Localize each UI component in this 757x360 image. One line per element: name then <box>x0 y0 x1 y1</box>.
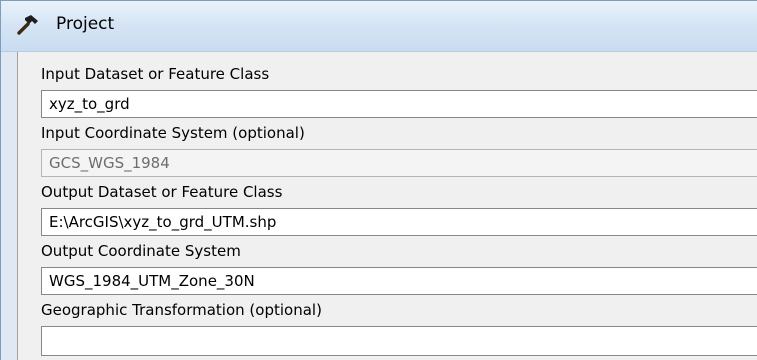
project-tool-dialog: Project Input Dataset or Feature Class x… <box>0 0 757 360</box>
hammer-icon <box>16 13 42 37</box>
input-dataset-label: Input Dataset or Feature Class <box>41 65 270 83</box>
input-coordinate-system-label: Input Coordinate System (optional) <box>41 124 305 142</box>
input-dataset-field[interactable]: xyz_to_grd <box>41 90 757 118</box>
dialog-title: Project <box>56 14 115 34</box>
output-dataset-field[interactable]: E:\ArcGIS\xyz_to_grd_UTM.shp <box>41 208 757 236</box>
geographic-transformation-label: Geographic Transformation (optional) <box>41 301 322 319</box>
output-coordinate-system-label: Output Coordinate System <box>41 242 241 260</box>
input-coordinate-system-field: GCS_WGS_1984 <box>41 149 757 177</box>
output-coordinate-system-field[interactable]: WGS_1984_UTM_Zone_30N <box>41 267 757 295</box>
dialog-left-edge <box>1 52 17 360</box>
output-dataset-label: Output Dataset or Feature Class <box>41 183 283 201</box>
geographic-transformation-field[interactable] <box>41 326 757 356</box>
dialog-title-bar: Project <box>1 1 757 52</box>
